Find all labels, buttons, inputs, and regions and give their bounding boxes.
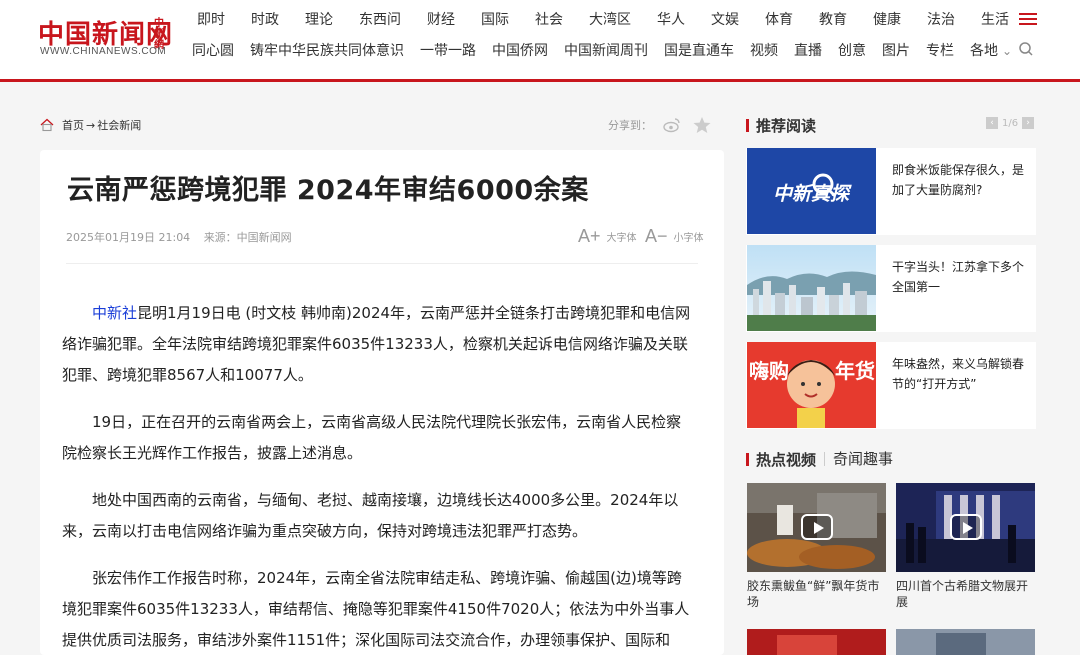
nav-item[interactable]: 直播 — [794, 40, 822, 62]
source-link[interactable]: 中新社 — [92, 304, 137, 322]
video-title: 胶东熏鲅鱼“鲜”飘年货市场 — [747, 579, 880, 609]
nav-item[interactable]: 理论 — [305, 9, 333, 31]
nav-item[interactable]: 华人 — [657, 9, 685, 31]
logo-url: WWW.CHINANEWS.COM — [40, 46, 167, 57]
article-meta: 2025年01月19日 21:04 来源：中国新闻网 — [66, 229, 302, 245]
recommend-pager: ‹ 1/6 › — [986, 117, 1035, 129]
nav-item[interactable]: 铸牢中华民族共同体意识 — [250, 40, 404, 62]
paragraph-text: 昆明1月19日电 (时文枝 韩帅南)2024年，云南严惩并全链条打击跨境犯罪和电… — [62, 304, 691, 384]
breadcrumb: 首页 → 社会新闻 — [40, 115, 141, 135]
nav-item[interactable]: 图片 — [882, 40, 910, 62]
paragraph: 张宏伟作工作报告时称，2024年，云南全省法院审结走私、跨境诈骗、偷越国(边)境… — [62, 569, 690, 649]
nav-item[interactable]: 国是直通车 — [664, 40, 734, 62]
weibo-icon[interactable] — [662, 115, 682, 135]
home-icon — [40, 118, 54, 132]
recommend-text: 年味盎然，来义乌解锁春节的“打开方式” — [892, 357, 1025, 391]
nav-item[interactable]: 中国侨网 — [492, 40, 548, 62]
play-icon[interactable] — [950, 514, 982, 540]
section-marker — [746, 118, 749, 132]
nav-item[interactable]: 财经 — [427, 9, 455, 31]
thumbnail-label-left: 嗨购 — [749, 359, 789, 383]
video-thumbnail — [747, 483, 886, 572]
recommend-item[interactable]: 嗨购 年货 年味盎然，来义乌解锁春节的“打开方式” — [746, 342, 1036, 429]
nav-item[interactable]: 国际 — [481, 9, 509, 31]
nav-secondary: 同心圆 铸牢中华民族共同体意识 一带一路 中国侨网 中国新闻周刊 国是直通车 视… — [184, 40, 1020, 62]
paragraph: 19日，正在召开的云南省两会上，云南省高级人民法院代理院长张宏伟，云南省人民检察… — [62, 413, 682, 462]
nav-item[interactable]: 中国新闻周刊 — [564, 40, 648, 62]
nav-item[interactable]: 生活 — [981, 9, 1009, 31]
article-title: 云南严惩跨境犯罪 2024年审结6000余案 — [67, 175, 589, 206]
share-bar: 分享到： — [608, 115, 712, 135]
font-decrease-icon: A− — [645, 226, 668, 246]
font-size-large-button[interactable]: A+ 大字体 — [578, 226, 637, 247]
video-thumbnail — [896, 483, 1035, 572]
site-logo[interactable]: 中国新闻网 中新網 WWW.CHINANEWS.COM — [38, 14, 173, 64]
paragraph: 中新社昆明1月19日电 (时文枝 韩帅南)2024年，云南严惩并全链条打击跨境犯… — [62, 298, 694, 391]
article-source: 来源：中国新闻网 — [203, 231, 292, 244]
recommend-item[interactable]: 中新真探 即食米饭能保存很久，是加了大量防腐剂? — [746, 148, 1036, 235]
nav-item[interactable]: 法治 — [927, 9, 955, 31]
thumbnail: 嗨购 年货 — [747, 342, 876, 428]
hamburger-icon[interactable] — [1019, 13, 1037, 27]
share-label: 分享到： — [608, 119, 652, 132]
section-marker — [746, 452, 749, 466]
thumbnail — [747, 245, 876, 331]
nav-primary: 即时 时政 理论 东西问 财经 国际 社会 大湾区 华人 文娱 体育 教育 健康… — [184, 9, 1022, 31]
nav-item[interactable]: 一带一路 — [420, 40, 476, 62]
thumbnail-label: 中新真探 — [773, 183, 852, 205]
font-large-label: 大字体 — [606, 233, 637, 244]
nav-item[interactable]: 大湾区 — [589, 9, 631, 31]
nav-item[interactable]: 专栏 — [926, 40, 954, 62]
play-icon[interactable] — [801, 514, 833, 540]
recommend-text: 即食米饭能保存很久，是加了大量防腐剂? — [892, 163, 1025, 197]
nav-item[interactable]: 视频 — [750, 40, 778, 62]
site-header: 中国新闻网 中新網 WWW.CHINANEWS.COM 即时 时政 理论 东西问… — [0, 0, 1080, 82]
video-item[interactable]: 四川首个古希腊文物展开展 — [896, 483, 1035, 610]
article-body: 中新社昆明1月19日电 (时文枝 韩帅南)2024年，云南严惩并全链条打击跨境犯… — [62, 298, 694, 655]
prev-page-button[interactable]: ‹ — [986, 117, 998, 129]
tab-hot-videos[interactable]: 热点视频 — [756, 449, 816, 470]
breadcrumb-section[interactable]: 社会新闻 — [97, 117, 141, 133]
tab-odd-news[interactable]: 奇闻趣事 — [824, 452, 893, 467]
nav-item[interactable]: 健康 — [873, 9, 901, 31]
nav-item[interactable]: 即时 — [197, 9, 225, 31]
font-size-small-button[interactable]: A− 小字体 — [645, 226, 704, 247]
paragraph: 地处中国西南的云南省，与缅甸、老挝、越南接壤，边境线长达4000多公里。2024… — [62, 491, 679, 540]
nav-item[interactable]: 体育 — [765, 9, 793, 31]
page-indicator: 1/6 — [1002, 117, 1019, 129]
video-header: 热点视频 奇闻趣事 — [746, 448, 893, 470]
nav-item-regions-dropdown[interactable]: 各地 — [970, 40, 1012, 62]
article-date: 2025年01月19日 21:04 — [66, 231, 191, 244]
star-icon[interactable] — [692, 115, 712, 135]
video-thumbnail-partial[interactable] — [747, 629, 886, 655]
video-title: 四川首个古希腊文物展开展 — [896, 579, 1029, 609]
search-icon[interactable] — [1018, 41, 1034, 57]
font-small-label: 小字体 — [673, 233, 704, 244]
font-increase-icon: A+ — [578, 226, 601, 246]
divider — [66, 263, 698, 264]
thumbnail: 中新真探 — [747, 148, 876, 234]
recommend-title: 推荐阅读 — [756, 116, 817, 135]
recommend-text: 干字当头！江苏拿下多个全国第一 — [892, 260, 1025, 294]
nav-item[interactable]: 时政 — [251, 9, 279, 31]
thumbnail-label-right: 年货 — [835, 359, 875, 383]
nav-item[interactable]: 同心圆 — [192, 40, 234, 62]
nav-item[interactable]: 东西问 — [359, 9, 401, 31]
recommend-header: 推荐阅读 — [746, 114, 816, 136]
video-item[interactable]: 胶东熏鲅鱼“鲜”飘年货市场 — [747, 483, 886, 610]
nav-item[interactable]: 社会 — [535, 9, 563, 31]
nav-item[interactable]: 文娱 — [711, 9, 739, 31]
recommend-item[interactable]: 干字当头！江苏拿下多个全国第一 — [746, 245, 1036, 332]
article-card: 云南严惩跨境犯罪 2024年审结6000余案 2025年01月19日 21:04… — [40, 150, 724, 655]
nav-item[interactable]: 教育 — [819, 9, 847, 31]
video-thumbnail-partial[interactable] — [896, 629, 1035, 655]
nav-item[interactable]: 创意 — [838, 40, 866, 62]
breadcrumb-home[interactable]: 首页 — [62, 117, 84, 133]
next-page-button[interactable]: › — [1022, 117, 1035, 129]
breadcrumb-separator: → — [86, 118, 96, 132]
